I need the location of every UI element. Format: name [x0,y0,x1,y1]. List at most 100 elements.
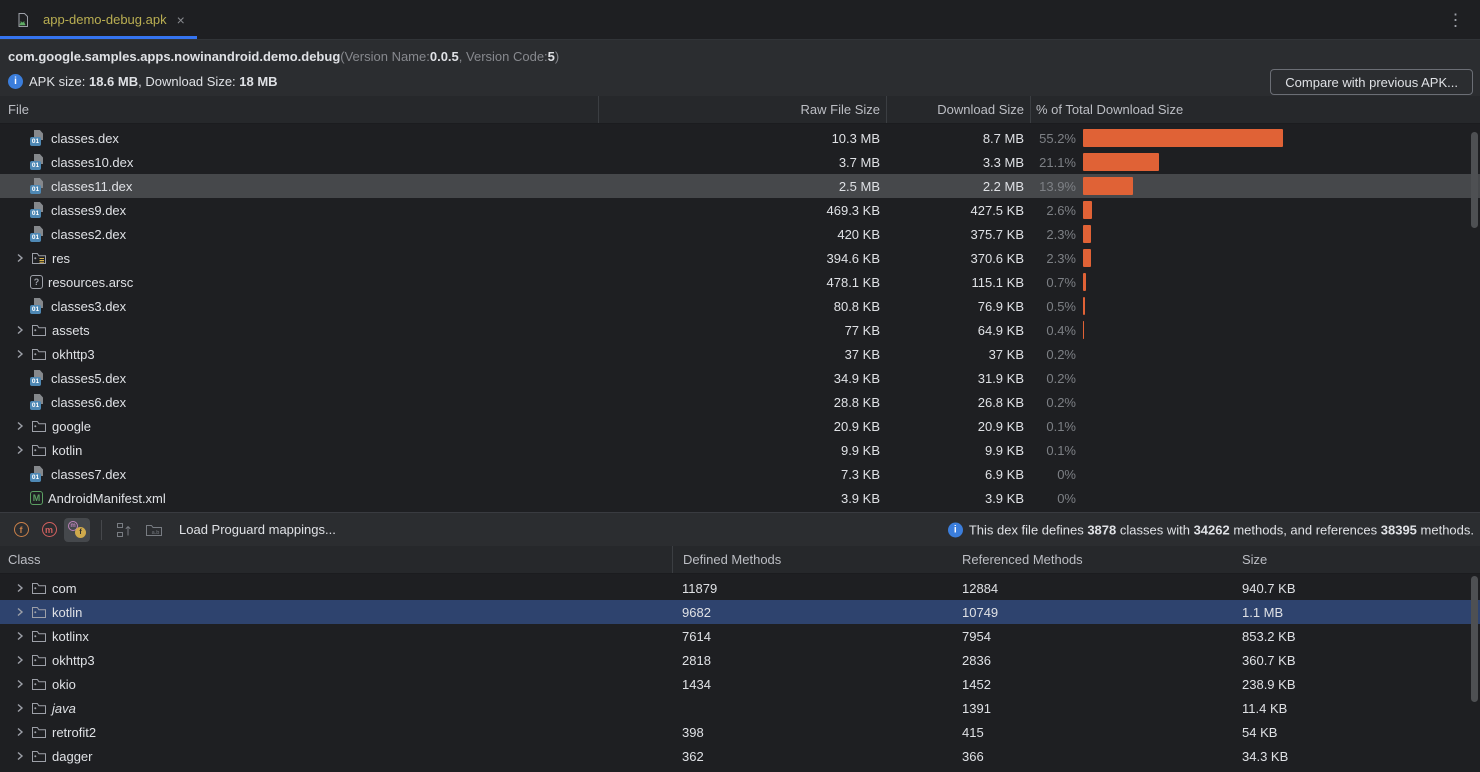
class-row[interactable]: com1187912884940.7 KB [0,576,1480,600]
column-header-referenced-methods[interactable]: Referenced Methods [952,546,1232,573]
download-pct-bar [1083,225,1091,243]
file-row[interactable]: kotlin9.9 KB9.9 KB0.1% [0,438,1480,462]
file-name-cell: 01classes10.dex [0,150,598,174]
expand-tree-button[interactable] [111,518,137,542]
file-row[interactable]: 01classes6.dex28.8 KB26.8 KB0.2% [0,390,1480,414]
raw-size-cell: 394.6 KB [598,251,886,266]
defined-methods-cell: 362 [672,749,952,764]
file-row[interactable]: 01classes5.dex34.9 KB31.9 KB0.2% [0,366,1480,390]
chevron-right-icon[interactable] [10,581,30,595]
column-header-defined-methods[interactable]: Defined Methods [672,546,952,573]
column-header-size[interactable]: Size [1232,546,1480,573]
download-size-value: 18 MB [239,74,277,89]
tab-apk-file[interactable]: app-demo-debug.apk × [0,0,197,39]
chevron-right-icon[interactable] [10,653,30,667]
pct-cell: 0.7% [1030,270,1480,294]
file-row[interactable]: 01classes3.dex80.8 KB76.9 KB0.5% [0,294,1480,318]
file-row[interactable]: 01classes.dex10.3 MB8.7 MB55.2% [0,126,1480,150]
fields-icon: f [14,522,29,537]
file-row[interactable]: assets77 KB64.9 KB0.4% [0,318,1480,342]
dex-file-icon: 01 [30,178,46,194]
class-table-scrollbar[interactable] [1471,576,1478,702]
file-row[interactable]: 01classes7.dex7.3 KB6.9 KB0% [0,462,1480,486]
file-row[interactable]: MAndroidManifest.xml3.9 KB3.9 KB0% [0,486,1480,510]
file-name-cell: assets [0,318,598,342]
pct-cell: 0.2% [1030,390,1480,414]
more-options-kebab-icon[interactable]: ⋮ [1447,11,1464,28]
file-row[interactable]: 01classes9.dex469.3 KB427.5 KB2.6% [0,198,1480,222]
defined-methods-cell: 9682 [672,605,952,620]
show-fields-toggle-button[interactable]: f [8,518,34,542]
column-header-raw-file-size[interactable]: Raw File Size [598,96,886,123]
chevron-right-icon[interactable] [10,323,30,337]
load-proguard-mappings-label[interactable]: Load Proguard mappings... [179,522,336,537]
class-row[interactable]: okio14341452238.9 KB [0,672,1480,696]
column-header-download-size[interactable]: Download Size [886,96,1030,123]
class-name-cell: okio [0,672,672,696]
manifest-file-icon: M [30,491,43,505]
dex-file-icon: 01 [30,298,46,314]
pct-cell: 0.1% [1030,414,1480,438]
class-name-cell: kotlinx [0,624,672,648]
apk-size-value: 18.6 MB [89,74,138,89]
download-size-cell: 427.5 KB [886,203,1030,218]
file-row[interactable]: res394.6 KB370.6 KB2.3% [0,246,1480,270]
chevron-right-icon[interactable] [10,347,30,361]
download-size-cell: 370.6 KB [886,251,1030,266]
defined-methods-cell: 1434 [672,677,952,692]
chevron-right-icon[interactable] [10,749,30,763]
chevron-right-icon[interactable] [10,443,30,457]
class-row[interactable]: kotlinx76147954853.2 KB [0,624,1480,648]
chevron-right-icon[interactable] [10,629,30,643]
dex-viewer-toolbar: f m mf a.b Load Proguard mappings... i T… [0,512,1480,546]
download-size-cell: 20.9 KB [886,419,1030,434]
column-header-pct-download[interactable]: % of Total Download Size [1030,96,1480,123]
pct-cell: 0.2% [1030,366,1480,390]
compare-previous-apk-button[interactable]: Compare with previous APK... [1270,69,1473,95]
download-size-cell: 37 KB [886,347,1030,362]
file-table-scrollbar[interactable] [1471,132,1478,228]
chevron-right-icon[interactable] [10,419,30,433]
referenced-methods-cell: 2836 [952,653,1232,668]
methods-icon: m [42,522,57,537]
show-methods-toggle-button[interactable]: m [36,518,62,542]
apk-file-icon [14,12,31,28]
file-row[interactable]: okhttp337 KB37 KB0.2% [0,342,1480,366]
column-header-file[interactable]: File [0,96,598,123]
file-name-cell: 01classes5.dex [0,366,598,390]
pct-cell: 0.5% [1030,294,1480,318]
raw-size-cell: 3.9 KB [598,491,886,506]
raw-size-cell: 77 KB [598,323,886,338]
file-row[interactable]: ?resources.arsc478.1 KB115.1 KB0.7% [0,270,1480,294]
file-row[interactable]: google20.9 KB20.9 KB0.1% [0,414,1480,438]
download-size-cell: 375.7 KB [886,227,1030,242]
show-all-nodes-toggle-button[interactable]: mf [64,518,90,542]
apk-size-text: APK size: 18.6 MB, Download Size: 18 MB [29,74,278,89]
pct-cell: 55.2% [1030,126,1480,150]
dex-file-icon: 01 [30,130,46,146]
tab-close-icon[interactable]: × [177,12,185,28]
raw-size-cell: 28.8 KB [598,395,886,410]
file-row[interactable]: 01classes11.dex2.5 MB2.2 MB13.9% [0,174,1480,198]
chevron-right-icon[interactable] [10,701,30,715]
class-row[interactable]: okhttp328182836360.7 KB [0,648,1480,672]
chevron-right-icon[interactable] [10,251,30,265]
file-row[interactable]: 01classes10.dex3.7 MB3.3 MB21.1% [0,150,1480,174]
deobfuscate-names-button[interactable]: a.b [141,518,167,542]
chevron-right-icon[interactable] [10,677,30,691]
class-row[interactable]: kotlin9682107491.1 MB [0,600,1480,624]
apk-summary-header: com.google.samples.apps.nowinandroid.dem… [0,40,1480,96]
file-row[interactable]: 01classes2.dex420 KB375.7 KB2.3% [0,222,1480,246]
class-row[interactable]: retrofit239841554 KB [0,720,1480,744]
folder-icon [30,652,47,668]
chevron-right-icon[interactable] [10,725,30,739]
class-row[interactable]: java139111.4 KB [0,696,1480,720]
dex-file-icon: 01 [30,202,46,218]
folder-icon [30,748,47,764]
info-icon: i [8,74,23,89]
column-header-class[interactable]: Class [0,546,672,573]
chevron-right-icon[interactable] [10,605,30,619]
class-row[interactable]: dagger36236634.3 KB [0,744,1480,768]
size-cell: 360.7 KB [1232,653,1480,668]
folder-icon [30,418,47,434]
